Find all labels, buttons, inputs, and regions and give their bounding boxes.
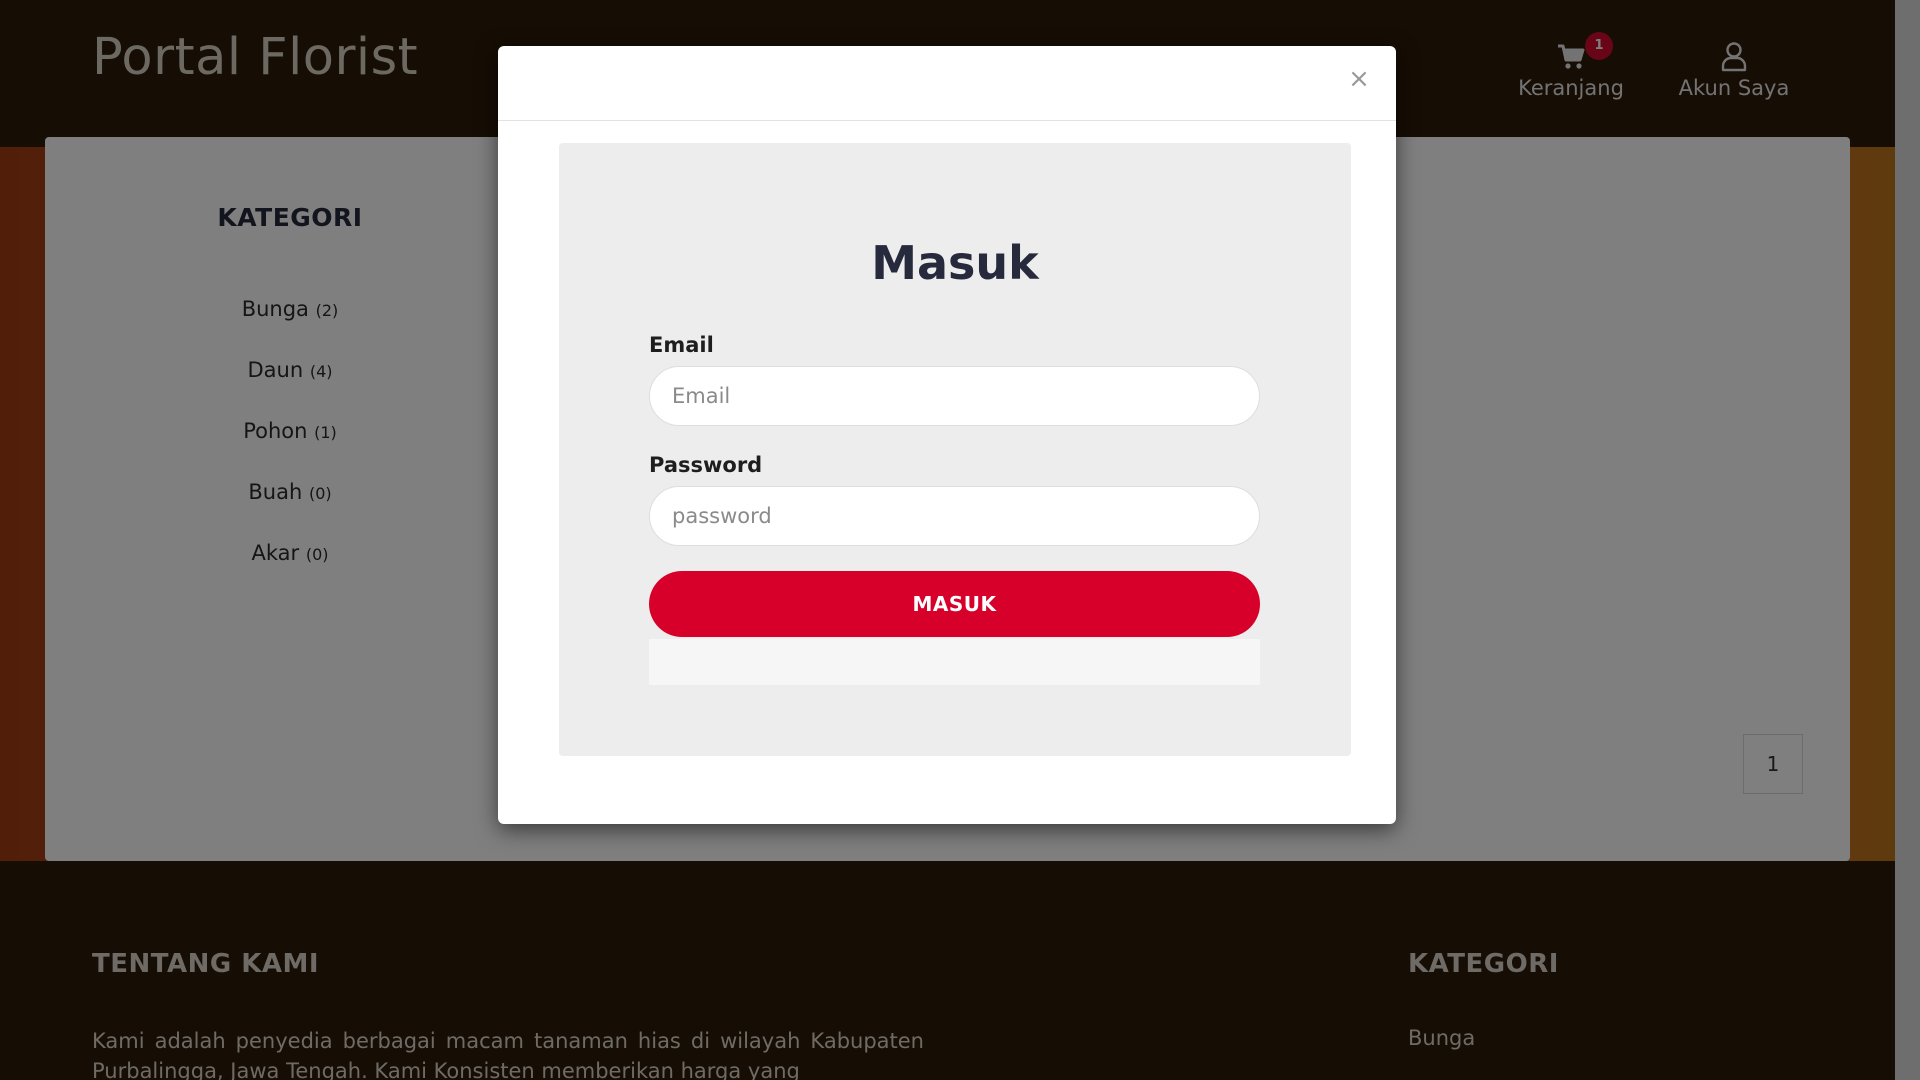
- modal-header: ×: [498, 46, 1396, 121]
- email-label: Email: [649, 333, 714, 357]
- login-form: Masuk Email Password MASUK: [559, 143, 1351, 756]
- password-field[interactable]: [649, 486, 1260, 546]
- login-message-area: [649, 639, 1260, 685]
- login-modal: × Masuk Email Password MASUK: [498, 46, 1396, 824]
- close-icon[interactable]: ×: [1344, 64, 1374, 94]
- login-button[interactable]: MASUK: [649, 571, 1260, 637]
- login-title: Masuk: [871, 236, 1039, 290]
- password-label: Password: [649, 453, 763, 477]
- email-field[interactable]: [649, 366, 1260, 426]
